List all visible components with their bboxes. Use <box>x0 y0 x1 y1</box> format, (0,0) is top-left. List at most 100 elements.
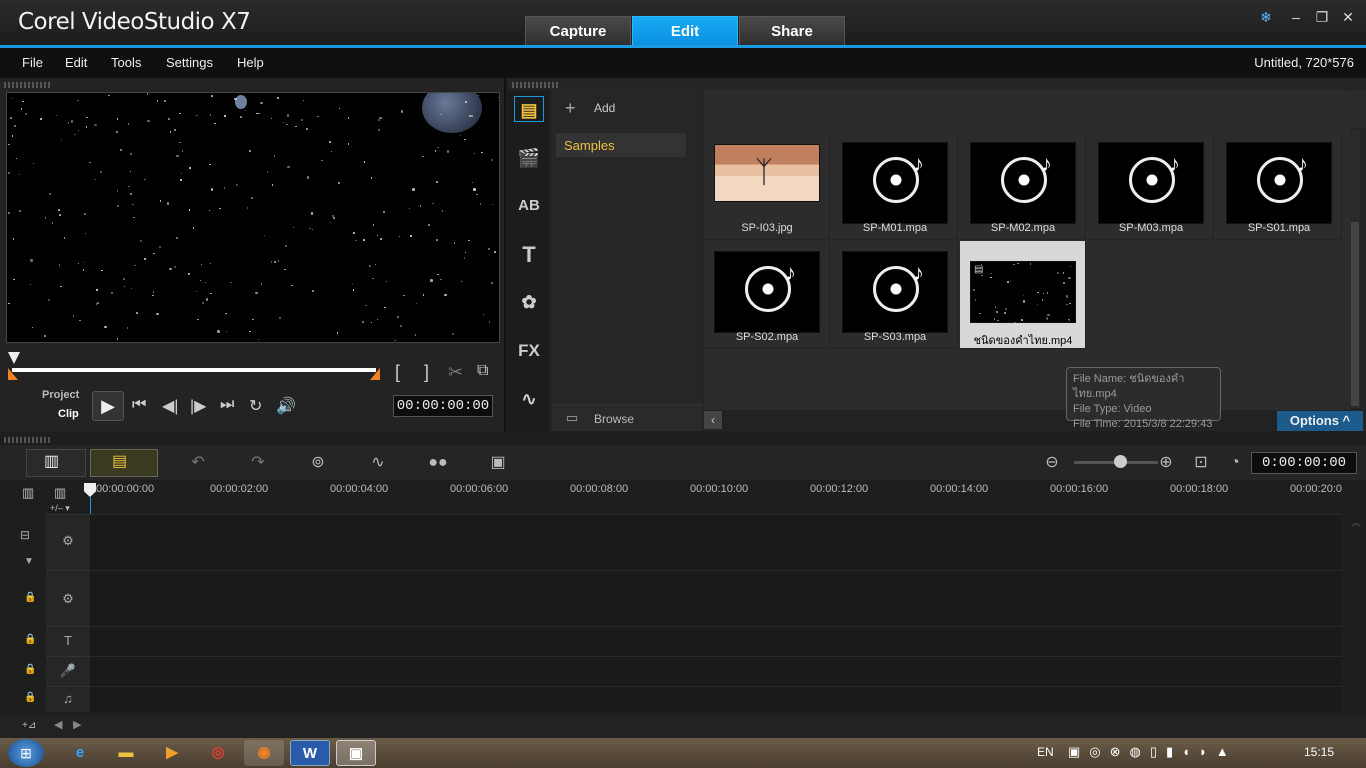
voice-track-header[interactable]: 🎤 <box>46 656 90 686</box>
media-item-audio[interactable]: ♪ SP-M03.mpa <box>1088 132 1214 240</box>
zoom-slider-handle[interactable] <box>1114 455 1127 468</box>
chapter-point-icon[interactable]: ▥ <box>54 485 66 501</box>
language-indicator[interactable]: EN <box>1037 745 1054 759</box>
browse-icon[interactable]: ▭ <box>566 410 578 426</box>
next-frame-button[interactable]: |▶ <box>190 396 206 416</box>
video-track-header[interactable]: ⚙ <box>46 514 90 570</box>
lock-icon[interactable]: 🔒 <box>24 634 36 645</box>
play-button[interactable]: ▶ <box>92 391 124 421</box>
previous-frame-button[interactable]: ◀| <box>162 396 178 416</box>
timeline-timecode[interactable]: 0:00:00:00 <box>1251 452 1357 474</box>
zoom-out-icon[interactable]: ⊖ <box>1032 450 1072 476</box>
add-folder-icon[interactable]: + <box>565 98 576 119</box>
scissors-icon[interactable]: ✂ <box>448 362 463 383</box>
expand-icon[interactable]: +⊿ <box>22 720 36 731</box>
repeat-icon[interactable]: ↻ <box>249 396 262 416</box>
panel-grip[interactable] <box>4 437 52 443</box>
scroll-right-icon[interactable]: ▶ <box>73 718 81 731</box>
redo-icon[interactable]: ↷ <box>238 450 278 476</box>
timeline-ruler[interactable]: 00:00:00:00 00:00:02:00 00:00:04:00 00:0… <box>90 481 1342 501</box>
panel-grip[interactable] <box>512 82 560 88</box>
mark-out-button[interactable]: ] <box>424 362 429 383</box>
end-button[interactable]: ⏭ <box>220 396 234 414</box>
chrome-icon[interactable]: ◎ <box>198 740 238 766</box>
media-item-video-selected[interactable]: ▤ ชนิดของคำไทย.mp4 <box>960 241 1086 349</box>
lock-all-icon[interactable]: ⊟ <box>20 528 30 542</box>
title-track-header[interactable]: T <box>46 626 90 656</box>
media-item-image[interactable]: ᛉ SP-I03.jpg <box>704 132 830 240</box>
undo-icon[interactable]: ↶ <box>178 450 218 476</box>
player-timecode[interactable]: 00:00:00:00 <box>393 395 493 417</box>
zoom-in-icon[interactable]: ⊕ <box>1146 450 1186 476</box>
overlay-track[interactable] <box>90 570 1342 626</box>
subtitle-editor-icon[interactable]: ▣ <box>478 450 518 476</box>
clip-mode-label[interactable]: Clip <box>58 408 79 420</box>
music-track[interactable] <box>90 686 1342 712</box>
media-item-audio[interactable]: ♪ SP-S01.mpa <box>1216 132 1342 240</box>
expand-tracks-icon[interactable]: ▼ <box>24 556 34 567</box>
minimize-button[interactable]: – <box>1286 8 1306 26</box>
lock-icon[interactable]: 🔒 <box>24 692 36 703</box>
tray-icons[interactable]: ▣◎⊗◍▯▮◖◗▲ <box>1068 744 1238 760</box>
menu-edit[interactable]: Edit <box>65 55 87 70</box>
auto-music-icon[interactable]: ●● <box>418 450 458 476</box>
menu-tools[interactable]: Tools <box>111 55 141 70</box>
graphic-icon[interactable]: ✿ <box>514 289 544 315</box>
tab-capture[interactable]: Capture <box>525 16 631 46</box>
instant-project-icon[interactable]: 🎬 <box>514 145 544 171</box>
filter-fx-icon[interactable]: FX <box>514 338 544 364</box>
star-dot <box>412 188 415 191</box>
home-button[interactable]: ⏮ <box>132 396 146 414</box>
menu-help[interactable]: Help <box>237 55 264 70</box>
record-capture-icon[interactable]: ⊚ <box>298 450 338 476</box>
video-track[interactable] <box>90 514 1342 570</box>
ie-icon[interactable]: e <box>60 740 100 766</box>
explorer-icon[interactable]: ▬ <box>106 740 146 766</box>
transition-icon[interactable]: AB <box>514 193 544 219</box>
timeline-vscroll[interactable]: ︿ <box>1348 514 1364 712</box>
clock[interactable]: 15:15 <box>1304 745 1334 759</box>
title-track[interactable] <box>90 626 1342 656</box>
music-track-header[interactable]: ♫ <box>46 686 90 712</box>
browse-button[interactable]: Browse <box>594 412 634 426</box>
overlay-track-header[interactable]: ⚙ <box>46 570 90 626</box>
menu-settings[interactable]: Settings <box>166 55 213 70</box>
restore-button[interactable]: ❐ <box>1312 8 1332 26</box>
track-manager-icon[interactable]: ▥ <box>22 485 34 501</box>
add-remove-track-icon[interactable]: +/– ▾ <box>50 503 70 514</box>
sound-mixer-icon[interactable]: ∿ <box>358 450 398 476</box>
library-scrollbar-thumb[interactable] <box>1351 222 1359 406</box>
word-icon[interactable]: W <box>290 740 330 766</box>
scroll-left-icon[interactable]: ◀ <box>54 718 62 731</box>
start-button[interactable]: ⊞ <box>8 739 44 767</box>
panel-grip[interactable] <box>4 82 52 88</box>
path-icon[interactable]: ∿ <box>514 386 544 412</box>
options-button[interactable]: Options ^ <box>1277 411 1363 431</box>
title-icon[interactable]: T <box>514 242 544 268</box>
firefox-icon[interactable]: ◉ <box>244 740 284 766</box>
add-folder-button[interactable]: Add <box>594 101 615 115</box>
enlarge-icon[interactable]: ⧉ <box>477 362 488 380</box>
folder-item-samples[interactable]: Samples <box>564 138 615 153</box>
media-item-audio[interactable]: ♪ SP-S03.mpa <box>832 241 958 349</box>
tab-edit[interactable]: Edit <box>632 16 738 46</box>
media-item-audio[interactable]: ♪ SP-S02.mpa <box>704 241 830 349</box>
mark-in-button[interactable]: [ <box>395 362 400 383</box>
clock-icon[interactable]: ◔ <box>1215 450 1255 476</box>
media-player-icon[interactable]: ▶ <box>152 740 192 766</box>
lock-icon[interactable]: 🔒 <box>24 664 36 675</box>
videostudio-taskbar-icon[interactable]: ▣ <box>336 740 376 766</box>
snowflake-icon[interactable]: ❄ <box>1256 8 1276 26</box>
tab-share[interactable]: Share <box>739 16 845 46</box>
project-mode-label[interactable]: Project <box>42 389 79 401</box>
voice-track[interactable] <box>90 656 1342 686</box>
media-item-audio[interactable]: ♪ SP-M01.mpa <box>832 132 958 240</box>
scrub-bar[interactable] <box>12 368 376 372</box>
media-category-icon[interactable]: ▤ <box>514 96 544 122</box>
menu-file[interactable]: File <box>22 55 43 70</box>
volume-icon[interactable]: 🔊 <box>276 396 296 416</box>
lock-icon[interactable]: 🔒 <box>24 592 36 603</box>
collapse-panel-button[interactable]: ‹ <box>704 411 722 429</box>
close-button[interactable]: ✕ <box>1338 8 1358 26</box>
media-item-audio[interactable]: ♪ SP-M02.mpa <box>960 132 1086 240</box>
